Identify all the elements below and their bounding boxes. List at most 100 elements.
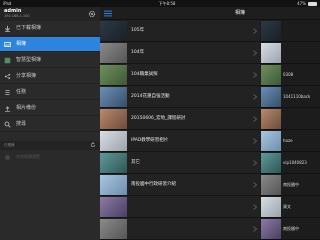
carrier-label: iPad — [3, 1, 12, 6]
album-row[interactable]: 105年 — [100, 20, 260, 42]
preview-row[interactable]: 資文 — [260, 196, 320, 218]
album-thumbnail — [100, 87, 127, 107]
sidebar-item-label: 相簿 — [16, 41, 27, 47]
preview-thumbnail — [261, 109, 281, 129]
chevron-right-icon — [253, 160, 257, 166]
account-address: 192.168.1.100 — [4, 14, 30, 18]
sidebar-item-search[interactable]: 搜尋 — [0, 117, 100, 132]
sidebar-item-label: 任務 — [16, 89, 27, 95]
share-icon — [4, 73, 11, 80]
preview-title: 資文 — [283, 204, 291, 209]
album-row[interactable]: 104職業試探 — [100, 64, 260, 86]
album-row[interactable]: 南投國中行政研習介紹 — [100, 174, 260, 196]
preview-row[interactable]: 南投國中 — [260, 218, 320, 240]
sidebar-item-backup[interactable]: 相片備份 — [0, 101, 100, 116]
preview-row[interactable] — [260, 20, 320, 42]
album-row[interactable]: 2014花蓮自強活動 — [100, 86, 260, 108]
clock: 下午8:58 — [158, 1, 176, 6]
preview-title: 南投國中 — [283, 226, 299, 231]
preview-row[interactable] — [260, 42, 320, 64]
chevron-right-icon — [253, 182, 257, 188]
album-thumbnail — [100, 65, 127, 85]
preview-title: 南投國中 — [283, 182, 299, 187]
album-row[interactable]: 104年 — [100, 42, 260, 64]
preview-thumbnail — [261, 219, 281, 239]
preview-thumbnail — [261, 21, 281, 41]
album-thumbnail — [100, 131, 127, 151]
preview-row[interactable]: 南投國中 — [260, 174, 320, 196]
preview-row[interactable]: 1041110back — [260, 86, 320, 108]
album-row[interactable] — [100, 218, 260, 240]
chevron-right-icon — [253, 204, 257, 210]
sidebar-item-smart-album[interactable]: 智慧型相簿 — [0, 53, 100, 68]
preview-title: 0308 — [283, 72, 294, 77]
sidebar-item-tasks[interactable]: 任務 — [0, 85, 100, 100]
chevron-right-icon — [253, 138, 257, 144]
album-row[interactable]: 20150606_宏地_課程研討 — [100, 108, 260, 130]
gear-icon[interactable] — [88, 10, 96, 18]
status-bar: iPad 下午8:58 47% — [0, 0, 320, 7]
album-thumbnail — [100, 43, 127, 63]
preview-thumbnail — [261, 197, 281, 217]
album-preview-pane: 0308 1041110back haze vip1040823 南投國中 資文 南投國中 — [260, 20, 320, 240]
sidebar-item-label: 智慧型相簿 — [16, 57, 42, 63]
preview-thumbnail — [261, 43, 281, 63]
task-icon — [5, 90, 10, 95]
sidebar-item-albums[interactable]: 相簿 — [0, 37, 100, 52]
album-thumbnail — [100, 219, 127, 239]
sidebar-item-shared[interactable]: 分享相簿 — [0, 69, 100, 84]
album-title: 104職業試探 — [131, 72, 158, 77]
chevron-right-icon — [253, 50, 257, 56]
album-thumbnail — [100, 21, 127, 41]
album-list: 105年 104年 104職業試探 2014花蓮自強活動 20150606_宏地_課程研… — [100, 20, 260, 240]
connection-section-header: 已連線 — [0, 141, 100, 150]
backup-icon — [5, 106, 10, 112]
preview-row[interactable]: haze — [260, 130, 320, 152]
account-header[interactable]: admin 192.168.1.100 — [0, 7, 100, 21]
album-row[interactable]: 其它 — [100, 152, 260, 174]
sidebar-item-label: 已下載相簿 — [16, 25, 42, 31]
album-title: 105年 — [131, 28, 145, 33]
preview-title: vip1040823 — [283, 160, 307, 165]
sidebar-item-label: 搜尋 — [16, 121, 27, 127]
preview-row[interactable]: 0308 — [260, 64, 320, 86]
album-row[interactable]: IPAD教學研習相片 — [100, 130, 260, 152]
album-title: 南投國中行政研習介紹 — [131, 182, 176, 187]
download-icon — [5, 25, 10, 32]
album-title: IPAD教學研習相片 — [131, 138, 169, 143]
chevron-right-icon — [253, 28, 257, 34]
search-icon — [4, 121, 11, 128]
album-title: 20150606_宏地_課程研討 — [131, 116, 186, 121]
battery-percent: 47% — [297, 1, 306, 6]
sidebar-item-downloaded[interactable]: 已下載相簿 — [0, 21, 100, 36]
chevron-right-icon — [253, 72, 257, 78]
disabled-dot-icon — [5, 155, 10, 160]
preview-title: 1041110back — [283, 94, 311, 99]
app-screen: iPad 下午8:58 47% admin 192.168.1.100 已下載相… — [0, 0, 320, 240]
sidebar-item-label: 相片備份 — [16, 105, 37, 111]
preview-thumbnail — [261, 153, 281, 173]
album-thumbnail — [100, 197, 127, 217]
top-bar: 相簿 — [100, 7, 320, 20]
album-thumbnail — [100, 153, 127, 173]
preview-thumbnail — [261, 65, 281, 85]
album-thumbnail — [100, 109, 127, 129]
chevron-right-icon — [253, 116, 257, 122]
preview-row[interactable]: vip1040823 — [260, 152, 320, 174]
battery-icon — [308, 2, 317, 6]
chevron-right-icon — [253, 94, 257, 100]
smart-album-icon — [4, 57, 11, 64]
sidebar-item-label: 本地相簿瀏覽 — [16, 154, 40, 159]
album-title: 其它 — [131, 160, 140, 165]
preview-thumbnail — [261, 131, 281, 151]
preview-thumbnail — [261, 175, 281, 195]
album-title: 2014花蓮自強活動 — [131, 94, 170, 99]
sidebar-item-local-disabled: 本地相簿瀏覽 — [0, 150, 100, 164]
preview-row[interactable] — [260, 108, 320, 130]
album-title: 104年 — [131, 50, 145, 55]
sidebar: admin 192.168.1.100 已下載相簿 相簿 智慧型相簿 分享相簿 … — [0, 7, 100, 240]
page-title: 相簿 — [234, 10, 245, 16]
section-header-label: 已連線 — [4, 143, 15, 147]
refresh-icon[interactable] — [90, 142, 96, 148]
album-row[interactable] — [100, 196, 260, 218]
